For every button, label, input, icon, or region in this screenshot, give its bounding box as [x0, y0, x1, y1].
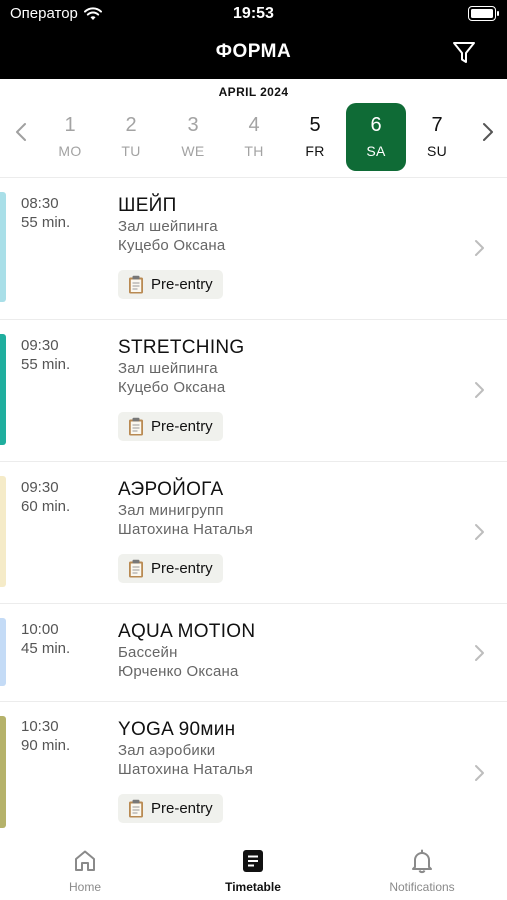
filter-icon[interactable] — [451, 40, 477, 66]
day-mo[interactable]: 1 MO — [40, 103, 100, 171]
class-color-bar — [0, 476, 6, 587]
chevron-right-icon — [475, 382, 484, 398]
day-th[interactable]: 4 TH — [224, 103, 284, 171]
class-trainer: Куцебо Оксана — [118, 237, 226, 254]
week-calendar: APRIL 2024 1 MO 2 TU 3 WE 4 TH 5 FR 6 SA… — [0, 79, 507, 178]
day-weekday: MO — [58, 143, 82, 159]
class-duration: 90 min. — [21, 737, 71, 754]
class-list: 08:30 55 min. ШЕЙП Зал шейпинга Куцебо О… — [0, 178, 507, 840]
pre-entry-label: Pre-entry — [151, 560, 213, 577]
class-start-time: 10:30 — [21, 718, 59, 735]
clipboard-icon — [129, 275, 143, 294]
pre-entry-label: Pre-entry — [151, 418, 213, 435]
class-title: АЭРОЙОГА — [118, 479, 224, 500]
class-color-bar — [0, 334, 6, 445]
class-color-bar — [0, 618, 6, 686]
clipboard-icon — [129, 417, 143, 436]
page-title: ФОРМА — [215, 41, 292, 62]
day-number: 5 — [309, 114, 321, 136]
class-room: Зал минигрупп — [118, 502, 224, 519]
pre-entry-label: Pre-entry — [151, 276, 213, 293]
chevron-right-icon[interactable] — [480, 121, 496, 143]
day-number: 1 — [64, 114, 76, 136]
pre-entry-badge[interactable]: Pre-entry — [118, 270, 223, 299]
chevron-right-icon — [475, 524, 484, 540]
class-row[interactable]: 09:30 55 min. STRETCHING Зал шейпинга Ку… — [0, 320, 507, 462]
tab-bar: Home Timetable Notifications — [0, 838, 507, 900]
class-trainer: Шатохина Наталья — [118, 521, 254, 538]
pre-entry-badge[interactable]: Pre-entry — [118, 554, 223, 583]
day-fr[interactable]: 5 FR — [285, 103, 345, 171]
day-weekday: TH — [244, 143, 264, 159]
class-start-time: 10:00 — [21, 621, 59, 638]
tab-notifications-label: Notifications — [389, 880, 455, 894]
class-row[interactable]: 09:30 60 min. АЭРОЙОГА Зал минигрупп Шат… — [0, 462, 507, 604]
class-row[interactable]: 10:00 45 min. AQUA MOTION Бассейн Юрченк… — [0, 604, 507, 702]
class-time: 08:30 55 min. — [21, 194, 70, 232]
class-duration: 60 min. — [21, 498, 71, 515]
class-start-time: 08:30 — [21, 195, 59, 212]
class-title: AQUA MOTION — [118, 621, 256, 642]
tab-home[interactable]: Home — [25, 848, 145, 894]
tab-timetable-label: Timetable — [225, 880, 281, 894]
class-room: Зал шейпинга — [118, 218, 218, 235]
day-number: 4 — [248, 114, 260, 136]
chevron-left-icon[interactable] — [13, 121, 29, 143]
class-duration: 55 min. — [21, 214, 71, 231]
tab-timetable[interactable]: Timetable — [193, 848, 313, 894]
chevron-right-icon — [475, 765, 484, 781]
class-room: Зал аэробики — [118, 742, 216, 759]
class-start-time: 09:30 — [21, 337, 59, 354]
class-start-time: 09:30 — [21, 479, 59, 496]
pre-entry-label: Pre-entry — [151, 800, 213, 817]
class-time: 10:00 45 min. — [21, 620, 70, 658]
day-weekday: TU — [121, 143, 141, 159]
home-icon — [75, 850, 95, 871]
class-title: YOGA 90мин — [118, 719, 236, 740]
status-time: 19:53 — [233, 5, 274, 22]
status-bar: Оператор 19:53 — [0, 0, 507, 28]
day-tu[interactable]: 2 TU — [101, 103, 161, 171]
class-color-bar — [0, 716, 6, 828]
app-header: Оператор 19:53 ФОРМА — [0, 0, 507, 79]
class-trainer: Юрченко Оксана — [118, 663, 239, 680]
class-title: STRETCHING — [118, 337, 245, 358]
class-duration: 45 min. — [21, 640, 71, 657]
day-we[interactable]: 3 WE — [163, 103, 223, 171]
day-weekday: SU — [426, 143, 448, 159]
day-weekday: FR — [305, 143, 325, 159]
chevron-right-icon — [475, 645, 484, 661]
class-row[interactable]: 08:30 55 min. ШЕЙП Зал шейпинга Куцебо О… — [0, 178, 507, 320]
class-room: Бассейн — [118, 644, 178, 661]
class-trainer: Куцебо Оксана — [118, 379, 226, 396]
day-number: 2 — [125, 114, 137, 136]
bell-icon — [412, 849, 432, 874]
class-time: 09:30 60 min. — [21, 478, 70, 516]
day-weekday: WE — [181, 143, 205, 159]
clipboard-icon — [129, 559, 143, 578]
class-duration: 55 min. — [21, 356, 71, 373]
class-trainer: Шатохина Наталья — [118, 761, 254, 778]
battery-icon — [468, 6, 499, 21]
day-number: 3 — [187, 114, 199, 136]
day-number: 6 — [370, 114, 382, 136]
tab-notifications[interactable]: Notifications — [362, 848, 482, 894]
day-sa-selected[interactable]: 6 SA — [346, 103, 406, 171]
timetable-icon — [243, 850, 263, 872]
day-weekday: SA — [366, 143, 386, 159]
class-time: 10:30 90 min. — [21, 717, 70, 755]
class-title: ШЕЙП — [118, 195, 177, 216]
pre-entry-badge[interactable]: Pre-entry — [118, 412, 223, 441]
chevron-right-icon — [475, 240, 484, 256]
pre-entry-badge[interactable]: Pre-entry — [118, 794, 223, 823]
day-number: 7 — [431, 114, 443, 136]
clipboard-icon — [129, 799, 143, 818]
month-label: APRIL 2024 — [218, 85, 289, 99]
class-row[interactable]: 10:30 90 min. YOGA 90мин Зал аэробики Ша… — [0, 702, 507, 840]
day-su[interactable]: 7 SU — [407, 103, 467, 171]
class-room: Зал шейпинга — [118, 360, 218, 377]
class-color-bar — [0, 192, 6, 302]
class-time: 09:30 55 min. — [21, 336, 70, 374]
tab-home-label: Home — [68, 880, 101, 894]
